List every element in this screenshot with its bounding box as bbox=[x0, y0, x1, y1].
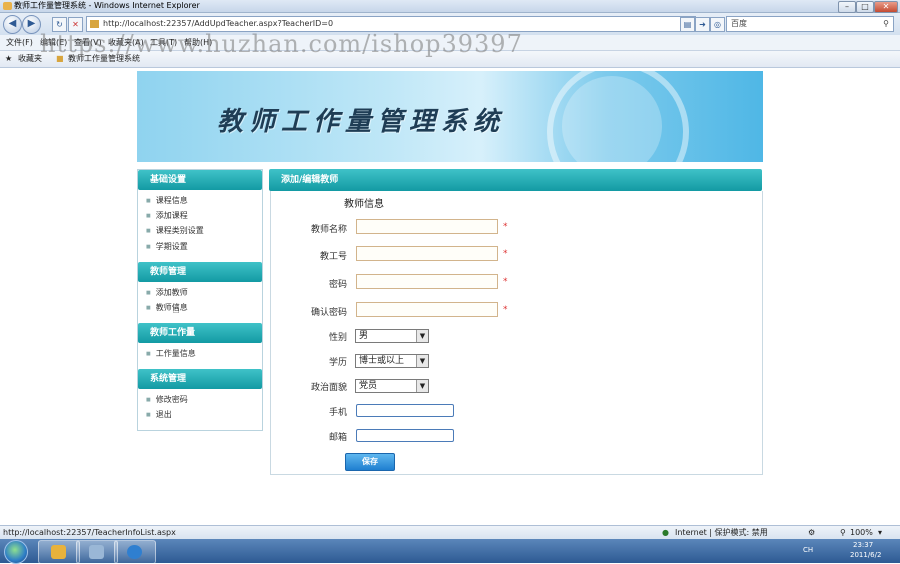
label-email: 邮箱 bbox=[328, 433, 347, 443]
zoom-dropdown-icon[interactable]: ▾ bbox=[878, 526, 882, 540]
sidebar-item-course-info[interactable]: 课程信息 bbox=[146, 195, 188, 206]
label-education: 学历 bbox=[328, 358, 347, 368]
section-teacher-workload[interactable]: 教师工作量 bbox=[138, 323, 262, 343]
required-mark: * bbox=[503, 277, 508, 287]
minimize-button[interactable]: – bbox=[838, 1, 856, 13]
taskbar-ie[interactable] bbox=[114, 540, 156, 564]
ie-icon bbox=[127, 545, 142, 559]
teacher-name-input[interactable] bbox=[356, 219, 498, 234]
status-link: http://localhost:22357/TeacherInfoList.a… bbox=[3, 528, 176, 537]
email-input[interactable] bbox=[356, 429, 454, 442]
dropdown-arrow-icon[interactable]: ▼ bbox=[416, 330, 428, 342]
gender-select[interactable]: 男 ▼ bbox=[355, 329, 429, 343]
header-banner: 教师工作量管理系统 bbox=[137, 71, 763, 162]
content-header: 添加/编辑教师 bbox=[269, 169, 762, 191]
taskbar-app-1[interactable] bbox=[38, 540, 80, 564]
status-bar: http://localhost:22357/TeacherInfoList.a… bbox=[0, 525, 900, 540]
favorites-label[interactable]: 收藏夹 bbox=[18, 51, 42, 67]
politics-select[interactable]: 党员 ▼ bbox=[355, 379, 429, 393]
form-title: 教师信息 bbox=[344, 199, 384, 210]
dropdown-arrow-icon[interactable]: ▼ bbox=[416, 355, 428, 367]
sidebar-item-workload-info[interactable]: 工作量信息 bbox=[146, 348, 196, 359]
search-provider-icon[interactable]: ◎ bbox=[710, 17, 725, 32]
section-teacher-management[interactable]: 教师管理 bbox=[138, 262, 262, 282]
phone-input[interactable] bbox=[356, 404, 454, 417]
taskbar: CH 23:37 2011/6/2 bbox=[0, 539, 900, 564]
compat-view-icon[interactable]: ▤ bbox=[680, 17, 695, 32]
required-mark: * bbox=[503, 222, 508, 232]
hand-cursor-icon: ☝ bbox=[172, 302, 180, 317]
sidebar-item-semester[interactable]: 学期设置 bbox=[146, 241, 188, 252]
security-zone[interactable]: Internet | 保护模式: 禁用 bbox=[675, 526, 768, 540]
gender-value: 男 bbox=[359, 331, 369, 341]
clock-time[interactable]: 23:37 bbox=[853, 541, 873, 549]
search-input[interactable]: 百度 ⚲ bbox=[726, 16, 894, 32]
ie-page-icon bbox=[3, 2, 12, 10]
education-value: 博士或以上 bbox=[359, 356, 405, 366]
sidebar-item-add-teacher[interactable]: 添加教师 bbox=[146, 287, 188, 298]
politics-value: 党员 bbox=[359, 381, 378, 391]
search-icon[interactable]: ⚲ bbox=[883, 17, 889, 31]
teacher-number-input[interactable] bbox=[356, 246, 498, 261]
forward-button[interactable]: ▶ bbox=[22, 15, 41, 34]
sidebar-item-change-password[interactable]: 修改密码 bbox=[146, 394, 188, 405]
page-favicon-icon bbox=[90, 20, 99, 28]
menu-file[interactable]: 文件(F) bbox=[6, 35, 33, 50]
dropdown-arrow-icon[interactable]: ▼ bbox=[416, 380, 428, 392]
clock-date[interactable]: 2011/6/2 bbox=[850, 551, 881, 559]
maximize-button[interactable]: □ bbox=[856, 1, 874, 13]
favorites-star-icon[interactable]: ★ bbox=[5, 51, 12, 67]
watermark: https://www.huzhan.com/ishop39397 bbox=[40, 30, 523, 58]
sidebar-item-course-category[interactable]: 课程类别设置 bbox=[146, 225, 204, 236]
globe-icon: ● bbox=[662, 528, 669, 537]
address-url: http://localhost:22357/AddUpdTeacher.asp… bbox=[103, 19, 334, 28]
system-title: 教师工作量管理系统 bbox=[217, 107, 506, 137]
sidebar-item-logout[interactable]: 退出 bbox=[146, 409, 172, 420]
taskbar-app-2[interactable] bbox=[76, 540, 118, 564]
label-teacher-number: 教工号 bbox=[319, 252, 347, 262]
label-password: 密码 bbox=[328, 280, 347, 290]
section-system-management[interactable]: 系统管理 bbox=[138, 369, 262, 389]
go-arrow-icon[interactable]: ➜ bbox=[695, 17, 710, 32]
education-select[interactable]: 博士或以上 ▼ bbox=[355, 354, 429, 368]
label-phone: 手机 bbox=[328, 408, 347, 418]
gear-icon[interactable]: ⚙ bbox=[808, 526, 815, 540]
sidebar-item-teacher-info[interactable]: 教师信息 bbox=[146, 302, 188, 313]
teacher-form: 教师信息 教师名称 * 教工号 * 密码 * 确认密码 * 性别 男 ▼ 学历 … bbox=[270, 191, 763, 475]
required-mark: * bbox=[503, 249, 508, 259]
search-placeholder: 百度 bbox=[731, 19, 747, 28]
close-window-button[interactable]: ✕ bbox=[874, 1, 898, 13]
banner-ring bbox=[547, 71, 689, 162]
sidebar: 基础设置 课程信息 添加课程 课程类别设置 学期设置 教师管理 添加教师 教师信… bbox=[137, 169, 263, 431]
system-tray: CH 23:37 2011/6/2 bbox=[795, 539, 900, 563]
section-basic-settings[interactable]: 基础设置 bbox=[138, 170, 262, 190]
back-button[interactable]: ◀ bbox=[3, 15, 22, 34]
label-teacher-name: 教师名称 bbox=[310, 225, 347, 235]
sidebar-item-add-course[interactable]: 添加课程 bbox=[146, 210, 188, 221]
input-language[interactable]: CH bbox=[803, 546, 813, 554]
content-header-title: 添加/编辑教师 bbox=[281, 175, 339, 185]
start-button[interactable] bbox=[4, 540, 28, 564]
save-button[interactable]: 保存 bbox=[345, 453, 395, 471]
window-title-bar: 教师工作量管理系统 - Windows Internet Explorer – … bbox=[0, 0, 900, 13]
zoom-level[interactable]: 100% bbox=[850, 526, 873, 540]
required-mark: * bbox=[503, 305, 508, 315]
zoom-icon: ⚲ bbox=[840, 528, 846, 537]
label-politics: 政治面貌 bbox=[310, 383, 347, 393]
tool-icon bbox=[89, 545, 104, 559]
folder-icon bbox=[51, 545, 66, 559]
label-confirm-password: 确认密码 bbox=[310, 308, 347, 318]
password-input[interactable] bbox=[356, 274, 498, 289]
label-gender: 性别 bbox=[328, 333, 347, 343]
confirm-password-input[interactable] bbox=[356, 302, 498, 317]
window-title: 教师工作量管理系统 - Windows Internet Explorer bbox=[14, 1, 200, 10]
